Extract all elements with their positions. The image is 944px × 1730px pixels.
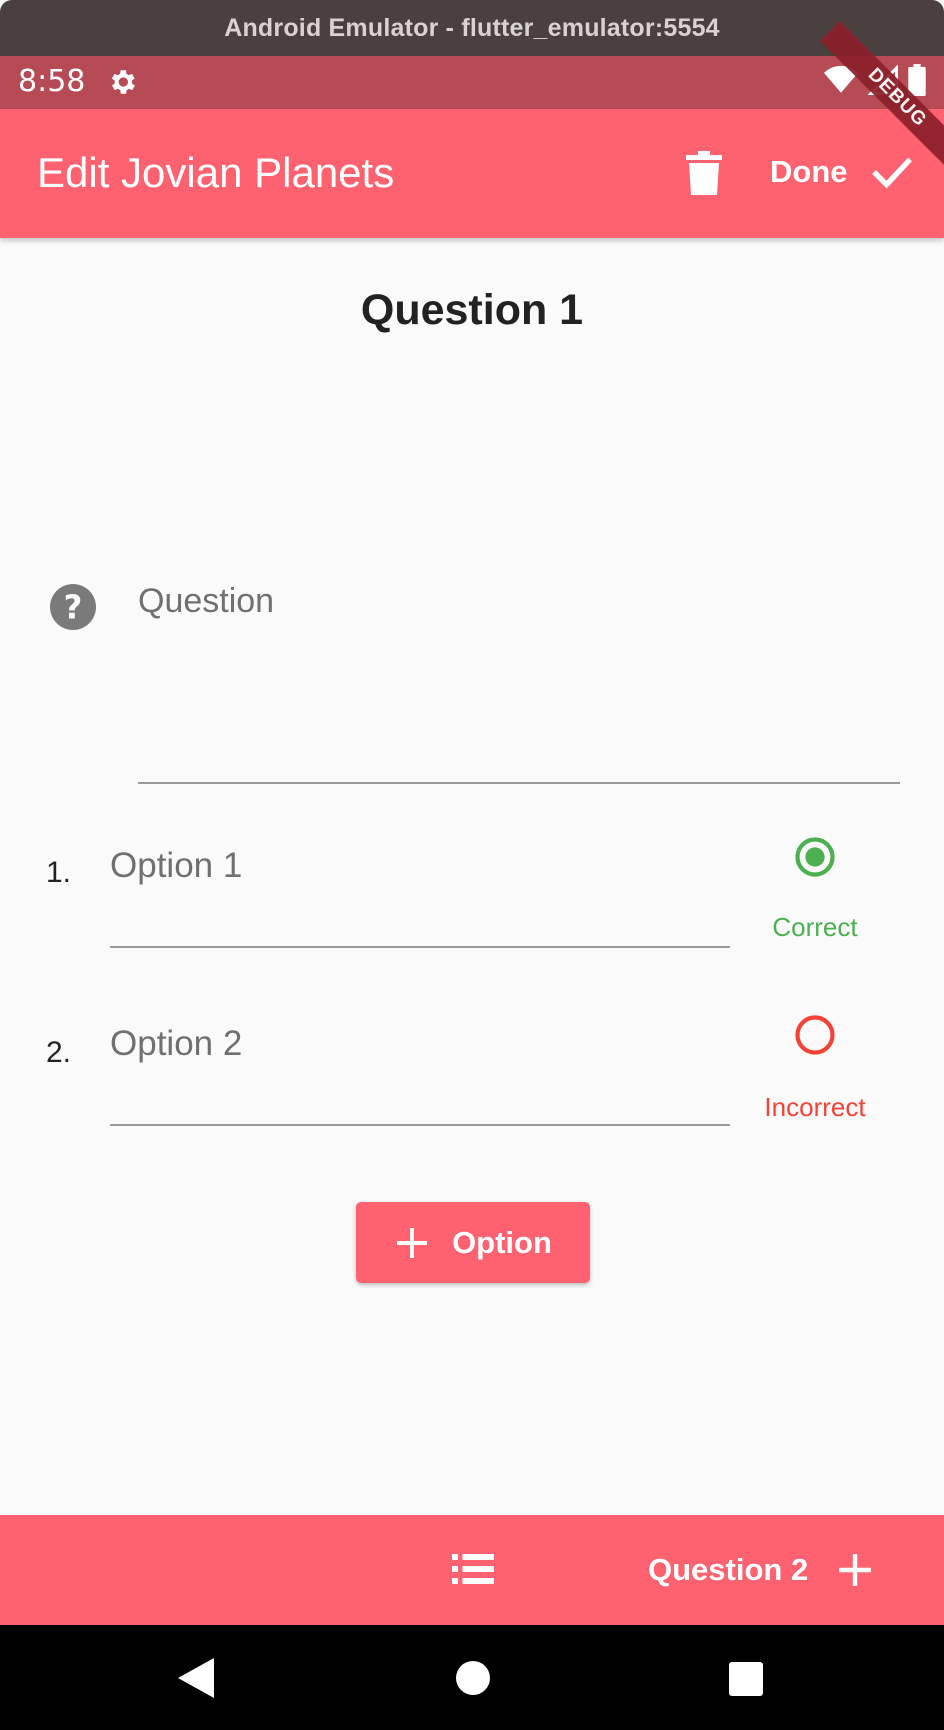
plus-icon: [397, 1227, 428, 1258]
delete-trash-icon[interactable]: [686, 151, 722, 195]
android-nav-bar: [0, 1625, 944, 1730]
page-title: Edit Jovian Planets: [37, 149, 395, 196]
check-icon: [871, 157, 912, 189]
option-2-placeholder: Option 2: [110, 1024, 243, 1063]
option-number: 2.: [46, 1036, 72, 1069]
incorrect-radio-icon[interactable]: [794, 1014, 836, 1056]
done-label: Done: [770, 154, 848, 189]
status-time: 8:58: [18, 64, 86, 99]
option-row: 1. Option 1 Correct: [0, 837, 944, 996]
nav-recents-icon[interactable]: [729, 1662, 763, 1696]
emulator-window: Android Emulator - flutter_emulator:5554…: [0, 0, 944, 1730]
option-2-input[interactable]: Option 2: [110, 1024, 730, 1126]
question-input[interactable]: Question: [138, 582, 900, 784]
plus-icon: [839, 1554, 872, 1586]
emulator-title: Android Emulator - flutter_emulator:5554: [224, 13, 720, 42]
help-question-icon: ?: [50, 584, 96, 630]
option-1-placeholder: Option 1: [110, 846, 243, 885]
correct-radio-icon[interactable]: [794, 836, 836, 878]
nav-home-icon[interactable]: [456, 1661, 490, 1695]
svg-text:?: ?: [64, 589, 83, 627]
done-button[interactable]: Done: [770, 147, 914, 197]
question-placeholder: Question: [138, 582, 275, 620]
question-heading: Question 1: [360, 286, 584, 334]
bottom-bar: Question 2: [0, 1515, 944, 1625]
add-question-button[interactable]: Question 2: [648, 1543, 874, 1597]
nav-back-icon[interactable]: [178, 1658, 214, 1698]
option-number: 1.: [46, 856, 72, 889]
add-option-label: Option: [452, 1224, 552, 1260]
option-1-status-label: Correct: [772, 912, 858, 942]
option-1-input[interactable]: Option 1: [110, 846, 730, 948]
add-option-button[interactable]: Option: [356, 1202, 590, 1283]
settings-gear-icon: [111, 70, 135, 94]
next-question-label: Question 2: [648, 1552, 809, 1587]
option-2-status-label: Incorrect: [764, 1092, 866, 1122]
option-row: 2. Option 2 Incorrect: [0, 1015, 944, 1174]
android-status-bar: 8:58: [0, 56, 944, 109]
app-bar: Edit Jovian Planets Done: [0, 109, 944, 238]
question-list-icon[interactable]: [452, 1553, 494, 1585]
emulator-title-bar: Android Emulator - flutter_emulator:5554: [0, 0, 944, 56]
